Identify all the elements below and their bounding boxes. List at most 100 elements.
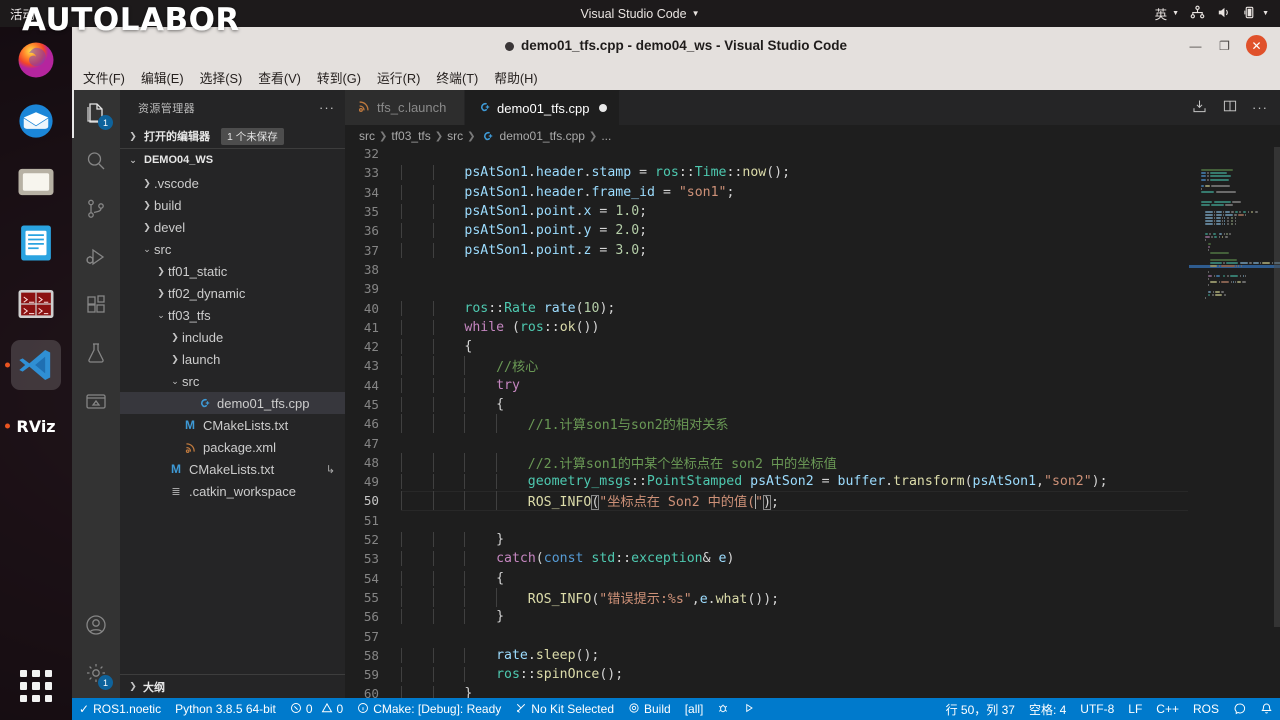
status-notifications[interactable] [1253,698,1280,720]
activitybar-item-search[interactable] [72,138,120,186]
chevron-right-icon[interactable]: ❯ [168,354,182,365]
show-applications-button[interactable] [16,666,56,706]
code-line-44[interactable]: 44try [345,376,1188,395]
chevron-right-icon[interactable]: ❯ [154,288,168,299]
activitybar-item-run-debug[interactable] [72,234,120,282]
activitybar-item-source-control[interactable] [72,186,120,234]
code-line-51[interactable]: 51 [345,511,1188,530]
status-ros[interactable]: ROS [1186,698,1226,720]
chevron-right-icon[interactable]: ❯ [168,332,182,343]
tree-item-cmakelists-txt[interactable]: MCMakeLists.txt↳ [120,458,345,480]
activitybar-item-settings[interactable]: 1 [72,650,120,698]
chevron-right-icon[interactable]: ❯ [154,266,168,277]
status-cmake-target[interactable]: [all] [678,698,711,720]
code-line-50[interactable]: 50ROS_INFO("坐标点在 Son2 中的值("); [345,491,1188,510]
menu-selection[interactable]: 选择(S) [192,65,251,90]
menu-terminal[interactable]: 终端(T) [428,65,486,90]
tree-item-src[interactable]: ⌄src [120,238,345,260]
status-problems[interactable]: 0 0 [283,698,350,720]
tree-item-tf01-static[interactable]: ❯tf01_static [120,260,345,282]
code-line-53[interactable]: 53catch(const std::exception& e) [345,549,1188,568]
status-encoding[interactable]: UTF-8 [1073,698,1121,720]
tree-item-action-icon[interactable]: ↳ [326,463,335,476]
code-line-48[interactable]: 48//2.计算son1的中某个坐标点在 son2 中的坐标值 [345,453,1188,472]
menu-edit[interactable]: 编辑(E) [133,65,192,90]
code-line-38[interactable]: 38 [345,260,1188,279]
code-line-43[interactable]: 43//核心 [345,356,1188,375]
code-line-37[interactable]: 37psAtSon1.point.z = 3.0; [345,240,1188,259]
breadcrumb-item[interactable]: ... [601,129,611,143]
status-cmake-build[interactable]: Build [621,698,678,720]
code-line-40[interactable]: 40ros::Rate rate(10); [345,298,1188,317]
status-indentation[interactable]: 空格: 4 [1022,698,1073,720]
dock-item-libreoffice-writer[interactable] [11,218,61,268]
chevron-right-icon[interactable]: ❯ [140,178,154,189]
tree-item-catkin-workspace[interactable]: ≣.catkin_workspace [120,480,345,502]
code-line-46[interactable]: 46//1.计算son1与son2的相对关系 [345,414,1188,433]
menu-view[interactable]: 查看(V) [250,65,309,90]
split-editor-icon[interactable] [1222,98,1238,117]
chevron-down-icon[interactable]: ⌄ [168,376,182,387]
dock-item-firefox[interactable] [11,35,61,85]
code-line-60[interactable]: 60} [345,684,1188,698]
tree-item-demo01-tfs-cpp[interactable]: demo01_tfs.cpp [120,392,345,414]
dock-item-files[interactable] [11,157,61,207]
code-line-56[interactable]: 56} [345,607,1188,626]
status-cmake-status[interactable]: CMake: [Debug]: Ready [350,698,508,720]
code-viewport[interactable]: 3233psAtSon1.header.stamp = ros::Time::n… [345,147,1188,698]
status-cmake-kit[interactable]: No Kit Selected [508,698,621,720]
tree-item-src[interactable]: ⌄src [120,370,345,392]
menu-help[interactable]: 帮助(H) [486,65,545,90]
dock-item-vscode[interactable] [11,340,61,390]
code-line-55[interactable]: 55ROS_INFO("错误提示:%s",e.what()); [345,588,1188,607]
volume-icon[interactable] [1216,5,1231,23]
activitybar-item-extensions[interactable] [72,282,120,330]
code-line-35[interactable]: 35psAtSon1.point.x = 1.0; [345,202,1188,221]
tree-item-tf02-dynamic[interactable]: ❯tf02_dynamic [120,282,345,304]
minimize-button[interactable]: — [1188,38,1203,53]
chevron-down-icon[interactable]: ⌄ [154,310,168,321]
dock-item-rviz[interactable]: RViz [11,401,61,451]
status-eol[interactable]: LF [1121,698,1149,720]
status-python-version[interactable]: Python 3.8.5 64-bit [168,698,283,720]
chevron-right-icon[interactable]: ❯ [140,222,154,233]
chevron-right-icon[interactable]: ❯ [140,200,154,211]
menu-go[interactable]: 转到(G) [309,65,369,90]
network-icon[interactable] [1190,5,1205,23]
code-line-41[interactable]: 41while (ros::ok()) [345,318,1188,337]
tree-item-tf03-tfs[interactable]: ⌄tf03_tfs [120,304,345,326]
maximize-button[interactable]: ❐ [1217,38,1232,53]
close-button[interactable]: ✕ [1246,35,1267,56]
code-line-42[interactable]: 42{ [345,337,1188,356]
code-line-45[interactable]: 45{ [345,395,1188,414]
code-line-36[interactable]: 36psAtSon1.point.y = 2.0; [345,221,1188,240]
input-method-indicator[interactable]: 英 [1155,4,1168,23]
code-line-57[interactable]: 57 [345,626,1188,645]
code-line-54[interactable]: 54{ [345,569,1188,588]
sidebar-more-actions-icon[interactable]: ··· [319,100,335,115]
more-actions-icon[interactable]: ··· [1252,100,1268,115]
status-cursor-position[interactable]: 行 50，列 37 [939,698,1022,720]
tree-item-devel[interactable]: ❯devel [120,216,345,238]
tree-item-vscode[interactable]: ❯.vscode [120,172,345,194]
tab-demo01-tfs-cpp[interactable]: demo01_tfs.cpp [465,90,620,125]
status-cmake-run[interactable] [736,698,762,720]
tree-item-package-xml[interactable]: package.xml [120,436,345,458]
tree-item-cmakelists-txt[interactable]: MCMakeLists.txt [120,414,345,436]
status-feedback[interactable] [1226,698,1253,720]
menu-run[interactable]: 运行(R) [369,65,428,90]
status-cmake-debug[interactable] [710,698,736,720]
breadcrumb-item[interactable]: src [359,129,375,143]
breadcrumb-item[interactable]: src [447,129,463,143]
code-line-49[interactable]: 49geometry_msgs::PointStamped psAtSon2 =… [345,472,1188,491]
code-line-58[interactable]: 58rate.sleep(); [345,646,1188,665]
code-editor[interactable]: 3233psAtSon1.header.stamp = ros::Time::n… [345,147,1280,698]
minimap-slider[interactable] [1274,147,1280,627]
run-build-task-icon[interactable] [1191,98,1208,118]
status-language-mode[interactable]: C++ [1149,698,1186,720]
outline-section[interactable]: ❯ 大纲 [120,674,345,698]
activitybar-item-accounts[interactable] [72,602,120,650]
minimap[interactable] [1188,147,1280,698]
tree-item-include[interactable]: ❯include [120,326,345,348]
dock-item-thunderbird[interactable] [11,96,61,146]
